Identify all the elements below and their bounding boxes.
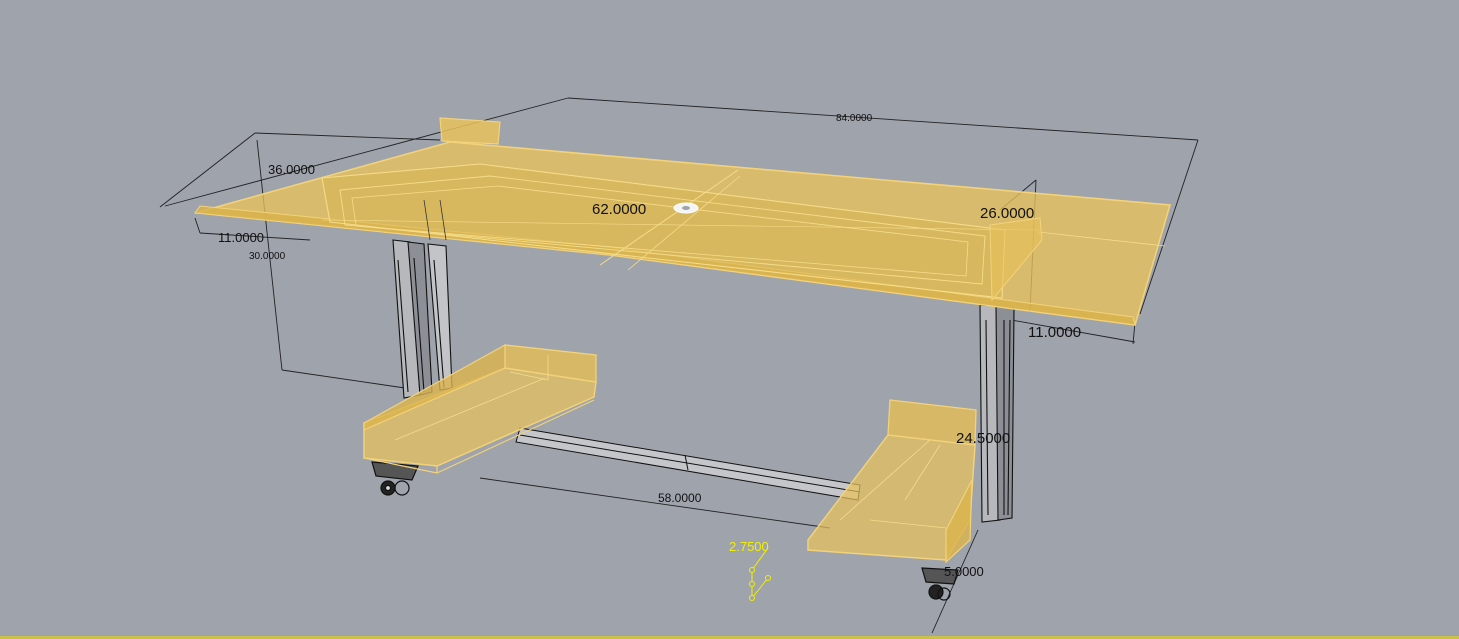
dim-right-overhang: 11.0000 bbox=[1028, 324, 1081, 341]
perspective-viewport[interactable]: 84.0000 36.0000 11.0000 30.0000 62.0000 … bbox=[0, 0, 1459, 639]
dim-overall-length: 84.0000 bbox=[836, 113, 873, 124]
grommet bbox=[673, 202, 699, 214]
left-caster bbox=[371, 461, 419, 496]
active-dimension-widget[interactable] bbox=[749, 547, 771, 601]
dim-stretcher-length: 58.0000 bbox=[658, 491, 702, 505]
left-leg bbox=[392, 239, 453, 399]
tabletop[interactable] bbox=[194, 141, 1172, 326]
dim-foot-width: 5.0000 bbox=[944, 564, 984, 579]
dim-opening-depth: 26.0000 bbox=[980, 205, 1034, 222]
model-canvas[interactable]: 84.0000 36.0000 11.0000 30.0000 62.0000 … bbox=[0, 0, 1459, 639]
dim-leg-height: 24.5000 bbox=[956, 430, 1010, 447]
stretcher-bar bbox=[515, 427, 861, 501]
back-tab[interactable] bbox=[439, 117, 501, 145]
dim-opening-length: 62.0000 bbox=[592, 201, 646, 218]
dim-overall-depth: 36.0000 bbox=[268, 162, 315, 177]
dim-left-overhang: 11.0000 bbox=[218, 230, 264, 245]
dim-active[interactable]: 2.7500 bbox=[729, 539, 769, 554]
left-foot-tray[interactable] bbox=[363, 343, 597, 474]
right-leg bbox=[979, 304, 1015, 523]
dim-height: 30.0000 bbox=[249, 251, 286, 262]
